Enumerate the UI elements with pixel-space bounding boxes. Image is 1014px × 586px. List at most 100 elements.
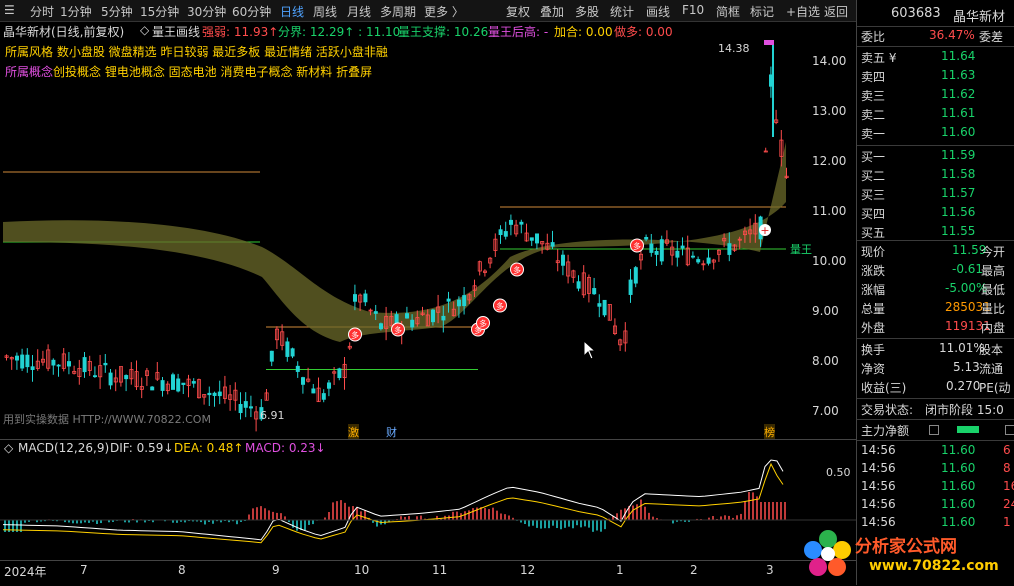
candle-body: [519, 221, 524, 225]
candle-body: [691, 255, 696, 258]
btn-stats[interactable]: 统计: [610, 3, 634, 20]
tick-row: 14:56 11.60 8: [861, 460, 1014, 479]
dif-line: [2, 459, 784, 541]
price-axis-label: 10.00: [812, 254, 847, 268]
tab-60min[interactable]: 60分钟: [232, 3, 271, 20]
date-axis-label: 9: [272, 563, 280, 577]
tab-daily[interactable]: 日线: [280, 3, 304, 20]
price-axis-label: 12.00: [812, 154, 847, 168]
bid-price: 11.57: [941, 186, 976, 200]
price-axis-label: 8.00: [812, 354, 839, 368]
kline-chart[interactable]: 多多 多多多多多+: [0, 38, 856, 438]
bid-row: 买一 11.59: [861, 147, 1014, 166]
tab-1min[interactable]: 1分钟: [60, 3, 92, 20]
low-price-label: 6.91: [260, 409, 285, 422]
tab-monthly[interactable]: 月线: [347, 3, 371, 20]
bid-label: 买三: [861, 188, 886, 202]
ask-row: 卖五 ¥ 11.64: [861, 48, 1014, 67]
fund-checkbox2-icon[interactable]: [1005, 425, 1014, 435]
stat-label: 净资: [861, 362, 886, 376]
tab-more[interactable]: 更多 〉: [424, 3, 464, 20]
tick-time: 14:56: [861, 497, 896, 511]
candle-body: [404, 313, 409, 319]
tick-volume: 16: [1003, 479, 1014, 493]
tick-volume: 6: [1003, 443, 1011, 457]
btn-multi-stock[interactable]: 多股: [575, 3, 599, 20]
candle-body: [108, 372, 113, 386]
candle-body: [727, 243, 732, 255]
svg-text:多: 多: [513, 265, 521, 275]
btn-overlay[interactable]: 叠加: [540, 3, 564, 20]
stat-value: 11.01%: [939, 341, 985, 355]
bid-price: 11.56: [941, 205, 976, 219]
candle-body: [124, 375, 129, 380]
toolbar-menu-icon[interactable]: ☰: [4, 3, 15, 17]
btn-add-watchlist[interactable]: +自选: [786, 3, 820, 20]
watermark-text: 用到实操数据 HTTP://WWW.70822.COM: [3, 413, 211, 426]
ask-label: 卖三: [861, 89, 886, 103]
date-axis-label: 3: [766, 563, 774, 577]
candle-body: [535, 233, 540, 244]
candle-body: [576, 281, 581, 289]
macd-chart[interactable]: [0, 456, 856, 560]
signal-marker-icon: 多: [391, 322, 405, 337]
stat-value: -0.61: [952, 262, 984, 276]
candle-body: [160, 380, 165, 391]
btn-mark[interactable]: 标记: [750, 3, 774, 20]
candle-body: [191, 381, 196, 384]
price-axis-label: 7.00: [812, 404, 839, 418]
event-marker-cai[interactable]: 财: [386, 424, 397, 440]
candle-body: [20, 354, 25, 369]
ask-label: 卖四: [861, 70, 886, 84]
tab-5min[interactable]: 5分钟: [101, 3, 133, 20]
tick-volume: 24: [1003, 497, 1014, 511]
tab-15min[interactable]: 15分钟: [140, 3, 179, 20]
stat-label: 收益(三): [861, 381, 907, 395]
tab-weekly[interactable]: 周线: [313, 3, 337, 20]
btn-draw-line[interactable]: 画线: [646, 3, 670, 20]
mouse-cursor-icon: [583, 340, 597, 360]
candle-body: [30, 366, 35, 370]
stat-label2: 最高: [981, 264, 1006, 278]
date-axis-label: 8: [178, 563, 186, 577]
candle-body: [675, 250, 680, 258]
event-marker-bang[interactable]: 榜: [764, 424, 775, 440]
candle-body: [373, 311, 378, 314]
bid-label: 买五: [861, 226, 886, 240]
stat-row: 涨跌 -0.61 最高: [861, 261, 1014, 280]
dea-line: [2, 462, 784, 544]
btn-f10[interactable]: F10: [682, 3, 704, 17]
candle-body: [150, 386, 155, 391]
fund-checkbox-icon[interactable]: [929, 425, 939, 435]
stat-label: 现价: [861, 245, 886, 259]
tab-multi-period[interactable]: 多周期: [380, 3, 416, 20]
tab-30min[interactable]: 30分钟: [187, 3, 226, 20]
event-marker-ji[interactable]: 激: [348, 424, 359, 440]
candle-body: [176, 378, 181, 392]
candle-body: [597, 303, 602, 307]
candle-body: [644, 237, 649, 240]
tab-分时[interactable]: 分时: [30, 3, 54, 20]
candle-body: [441, 315, 446, 321]
formula-dropdown-icon[interactable]: ◇: [140, 23, 149, 37]
candle-body: [659, 239, 664, 262]
site-logo: 分析家公式网 www.70822.com: [803, 526, 1013, 584]
candle-body: [285, 341, 290, 357]
bid-label: 买一: [861, 150, 886, 164]
candle-body: [410, 319, 415, 328]
candle-body: [103, 362, 108, 366]
weicha-label: 委差: [979, 30, 1004, 44]
btn-restore-rights[interactable]: 复权: [506, 3, 530, 20]
bid-label: 买二: [861, 169, 886, 183]
stat-label2: 股本: [979, 343, 1004, 357]
candle-body: [51, 359, 56, 366]
macd-arrow-icon[interactable]: ◇: [4, 441, 13, 455]
btn-back[interactable]: 返回: [824, 3, 848, 20]
signal-marker-icon: 多: [493, 298, 507, 313]
date-axis-label: 12: [520, 563, 536, 577]
macd-title[interactable]: MACD(12,26,9): [18, 441, 109, 455]
btn-simple-frame[interactable]: 简框: [716, 3, 740, 20]
price-axis-label: 11.00: [812, 204, 847, 218]
tick-row: 14:56 11.60 6: [861, 442, 1014, 461]
candle-body: [462, 295, 467, 307]
